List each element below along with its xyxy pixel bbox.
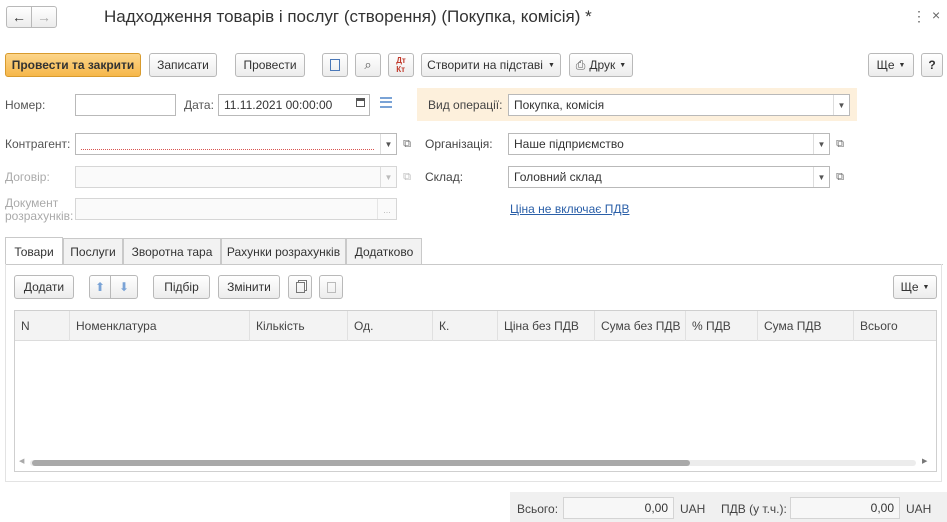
date-field[interactable]: 11.11.2021 00:00:00 — [218, 94, 370, 116]
contract-field[interactable]: ▼ — [75, 166, 397, 188]
organization-label: Організація: — [425, 137, 493, 151]
scroll-right-icon[interactable]: ▶ — [922, 457, 927, 465]
arrow-left-icon: ← — [12, 9, 26, 25]
open-icon[interactable]: ⧉ — [399, 134, 415, 154]
chevron-down-icon[interactable]: ▼ — [813, 167, 829, 187]
tab-services[interactable]: Послуги — [63, 238, 123, 264]
chevron-down-icon: ▼ — [922, 283, 930, 291]
tab-goods[interactable]: Товари — [5, 237, 63, 265]
total-label: Всього: — [517, 502, 559, 516]
operation-label: Вид операції: — [428, 98, 503, 112]
back-button[interactable]: ← — [6, 6, 32, 28]
counterparty-label: Контрагент: — [5, 137, 71, 151]
page-title: Надходження товарів і послуг (створення)… — [104, 7, 592, 26]
post-button[interactable]: Провести — [235, 53, 305, 77]
column-n[interactable]: N — [15, 311, 70, 341]
structure-button[interactable] — [322, 53, 348, 77]
dt-kt-icon: Дт Кт — [396, 56, 406, 74]
open-icon[interactable]: ⧉ — [399, 167, 415, 187]
contract-label: Договір: — [5, 170, 50, 184]
column-vat-percent[interactable]: % ПДВ — [686, 311, 758, 341]
date-label: Дата: — [184, 98, 214, 112]
warehouse-label: Склад: — [425, 170, 464, 184]
organization-select[interactable]: Наше підприємство ▼ — [508, 133, 830, 155]
vat-label: ПДВ (у т.ч.): — [721, 502, 787, 516]
chevron-down-icon: ▼ — [547, 61, 555, 69]
tab-additional[interactable]: Додатково — [346, 238, 422, 264]
total-value: 0,00 — [563, 497, 674, 519]
chevron-down-icon: ▼ — [898, 61, 906, 69]
help-button[interactable]: ? — [921, 53, 943, 77]
change-button[interactable]: Змінити — [218, 275, 280, 299]
required-underline — [81, 149, 374, 150]
column-nomenclature[interactable]: Номенклатура — [70, 311, 250, 341]
warehouse-select[interactable]: Головний склад ▼ — [508, 166, 830, 188]
total-currency: UAH — [680, 502, 706, 516]
paste-icon — [326, 281, 336, 293]
create-based-button[interactable]: Створити на підставі ▼ — [421, 53, 561, 77]
operation-select[interactable]: Покупка, комісія ▼ — [508, 94, 850, 116]
paperclip-icon: ⌕ — [364, 57, 372, 72]
chevron-down-icon: ▼ — [619, 61, 627, 69]
scroll-left-icon[interactable]: ◀ — [19, 457, 24, 465]
column-unit[interactable]: Од. — [348, 311, 433, 341]
vat-currency: UAH — [906, 502, 932, 516]
arrow-up-icon: ⬆ — [94, 280, 106, 294]
list-icon[interactable] — [380, 97, 392, 108]
number-label: Номер: — [5, 98, 46, 112]
close-icon[interactable]: × — [932, 7, 940, 23]
attach-button[interactable]: ⌕ — [355, 53, 381, 77]
kebab-menu-icon[interactable]: ⋮ — [912, 8, 926, 25]
tab-return-container[interactable]: Зворотна тара — [123, 238, 221, 264]
vat-value: 0,00 — [790, 497, 900, 519]
printer-icon: ⎙ — [575, 57, 586, 72]
arrow-down-icon: ⬇ — [118, 280, 130, 294]
more-button[interactable]: Ще ▼ — [868, 53, 914, 77]
open-icon[interactable]: ⧉ — [832, 167, 848, 187]
move-down-button[interactable]: ⬇ — [110, 275, 138, 299]
move-up-button[interactable]: ⬆ — [89, 275, 111, 299]
copy-button[interactable] — [288, 275, 312, 299]
print-button[interactable]: ⎙ Друк ▼ — [569, 53, 633, 77]
write-button[interactable]: Записати — [149, 53, 217, 77]
post-and-close-button[interactable]: Провести та закрити — [5, 53, 141, 77]
document-structure-icon — [330, 59, 340, 71]
number-field[interactable] — [75, 94, 176, 116]
chevron-down-icon[interactable]: ▼ — [380, 134, 396, 154]
calendar-icon[interactable] — [356, 98, 365, 107]
column-sum-excl-vat[interactable]: Сума без ПДВ — [595, 311, 686, 341]
forward-button[interactable]: → — [31, 6, 57, 28]
arrow-right-icon: → — [37, 9, 51, 25]
selection-button[interactable]: Підбір — [153, 275, 210, 299]
chevron-down-icon[interactable]: ▼ — [833, 95, 849, 115]
copy-icon — [295, 281, 305, 293]
column-price-excl-vat[interactable]: Ціна без ПДВ — [498, 311, 595, 341]
settlement-doc-field[interactable]: ... — [75, 198, 397, 220]
ellipsis-icon[interactable]: ... — [377, 199, 396, 219]
chevron-down-icon[interactable]: ▼ — [380, 167, 396, 187]
counterparty-field[interactable]: ▼ — [75, 133, 397, 155]
paste-button[interactable] — [319, 275, 343, 299]
table-more-button[interactable]: Ще ▼ — [893, 275, 937, 299]
add-row-button[interactable]: Додати — [14, 275, 74, 299]
tab-settlement-accounts[interactable]: Рахунки розрахунків — [221, 238, 346, 264]
settlement-doc-label: Документ розрахунків: — [5, 196, 74, 223]
column-total[interactable]: Всього — [854, 311, 936, 341]
dt-kt-button[interactable]: Дт Кт — [388, 53, 414, 77]
chevron-down-icon[interactable]: ▼ — [813, 134, 829, 154]
column-vat-sum[interactable]: Сума ПДВ — [758, 311, 854, 341]
open-icon[interactable]: ⧉ — [832, 134, 848, 154]
column-k[interactable]: К. — [433, 311, 498, 341]
column-quantity[interactable]: Кількість — [250, 311, 348, 341]
vat-link[interactable]: Ціна не включає ПДВ — [510, 202, 629, 216]
horizontal-scrollbar-thumb[interactable] — [32, 460, 690, 466]
